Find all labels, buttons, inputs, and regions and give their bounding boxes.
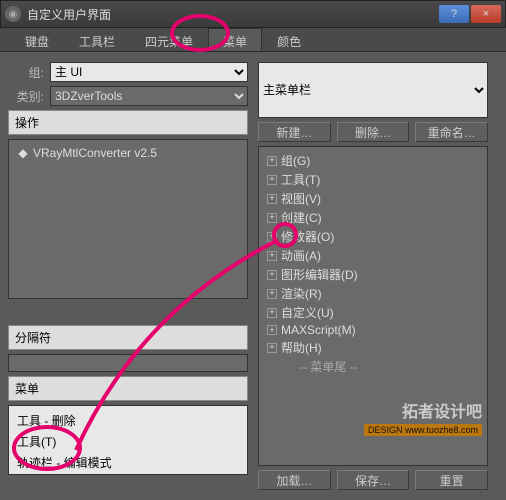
menu-tree[interactable]: +组(G) +工具(T) +视图(V) +创建(C) +修改器(O) +动画(A… [258,146,488,466]
menu-header: 菜单 [8,376,248,401]
tab-color[interactable]: 颜色 [262,28,316,51]
expand-icon[interactable]: + [267,213,277,223]
group-label: 组: [8,64,44,81]
reset-button[interactable]: 重置 [415,470,488,490]
expand-icon[interactable]: + [267,308,277,318]
menu-list[interactable]: 工具 - 删除 工具(T) 轨迹栏 - 编辑模式 轨迹视图 - 编辑模式 [8,405,248,475]
rename-button[interactable]: 重命名… [415,122,488,142]
load-button[interactable]: 加载… [258,470,331,490]
actions-list[interactable]: ◆ VRayMtlConverter v2.5 [8,139,248,299]
tab-keyboard[interactable]: 键盘 [10,28,64,51]
actions-header: 操作 [8,110,248,135]
tab-bar: 键盘 工具栏 四元菜单 菜单 颜色 [0,28,506,52]
expand-icon[interactable]: + [267,270,277,280]
expand-icon[interactable]: + [267,251,277,261]
tree-item[interactable]: +组(G) [263,151,483,170]
tab-menu[interactable]: 菜单 [208,28,262,51]
expand-icon[interactable]: + [267,156,277,166]
expand-icon[interactable]: + [267,232,277,242]
list-item[interactable]: 轨迹视图 - 编辑模式 [13,473,243,475]
expand-icon[interactable]: + [267,325,277,335]
tree-item[interactable]: +工具(T) [263,170,483,189]
separator-header: 分隔符 [8,325,248,350]
expand-icon[interactable]: + [267,175,277,185]
list-item[interactable]: 工具 - 删除 [13,410,243,431]
list-item[interactable]: 工具(T) [13,431,243,452]
window-title: 自定义用户界面 [27,6,439,23]
action-item-label: VRayMtlConverter v2.5 [33,146,157,160]
list-item[interactable]: 轨迹栏 - 编辑模式 [13,452,243,473]
expand-icon[interactable]: + [267,289,277,299]
tree-item[interactable]: +自定义(U) [263,303,483,322]
tree-item[interactable]: +动画(A) [263,246,483,265]
new-button[interactable]: 新建… [258,122,331,142]
tree-item[interactable]: +图形编辑器(D) [263,265,483,284]
tree-item[interactable]: +修改器(O) [263,227,483,246]
tree-item[interactable]: +MAXScript(M) [263,322,483,338]
tree-item[interactable]: +渲染(R) [263,284,483,303]
expand-icon[interactable]: + [267,343,277,353]
category-select[interactable]: 3DZverTools [50,86,248,106]
help-button[interactable]: ? [439,5,469,23]
action-icon: ◆ [17,146,29,160]
save-button[interactable]: 保存… [337,470,410,490]
list-item[interactable]: ◆ VRayMtlConverter v2.5 [13,144,243,162]
close-button[interactable]: × [471,5,501,23]
tab-quad-menu[interactable]: 四元菜单 [130,28,208,51]
separator-list[interactable] [8,354,248,372]
titlebar: ◉ 自定义用户界面 ? × [0,0,506,28]
delete-button[interactable]: 删除… [337,122,410,142]
group-select[interactable]: 主 UI [50,62,248,82]
tree-item[interactable]: +创建(C) [263,208,483,227]
main-menu-select[interactable]: 主菜单栏 [258,62,488,118]
app-icon: ◉ [5,6,21,22]
tree-item[interactable]: +视图(V) [263,189,483,208]
tree-item[interactable]: +帮助(H) [263,338,483,357]
tab-toolbar[interactable]: 工具栏 [64,28,130,51]
expand-icon[interactable]: + [267,194,277,204]
tree-end: -- 菜单尾 -- [263,357,483,376]
category-label: 类别: [8,88,44,105]
